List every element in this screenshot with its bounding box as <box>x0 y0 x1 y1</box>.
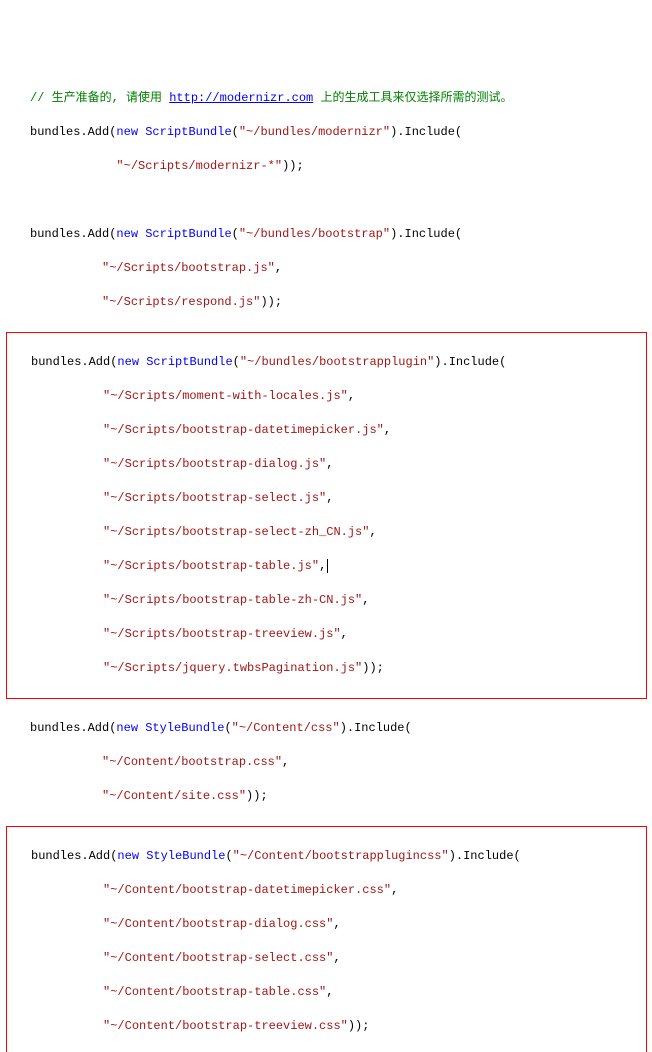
code-line: bundles.Add(new ScriptBundle("~/bundles/… <box>7 354 646 371</box>
comment-link[interactable]: http://modernizr.com <box>169 91 313 105</box>
bundle-name: "~/bundles/modernizr" <box>239 125 390 139</box>
code-line: "~/Scripts/bootstrap-select.js", <box>7 490 646 507</box>
file-path: "~/Content/bootstrap-treeview.css" <box>103 1019 348 1033</box>
code-line: "~/Content/bootstrap-dialog.css", <box>7 916 646 933</box>
code-line: bundles.Add(new StyleBundle("~/Content/c… <box>30 720 647 737</box>
file-path: "~/Scripts/bootstrap-table.js" <box>103 559 319 573</box>
file-path: "~/Scripts/bootstrap-select-zh_CN.js" <box>103 525 369 539</box>
file-path: "~/Scripts/bootstrap-table-zh-CN.js" <box>103 593 362 607</box>
code-block: // 生产准备的, 请使用 http://modernizr.com 上的生成工… <box>30 73 647 1052</box>
code-line: "~/Scripts/respond.js")); <box>30 294 647 311</box>
comment-suffix: 上的生成工具来仅选择所需的测试。 <box>313 91 519 105</box>
kw-new: new <box>116 125 138 139</box>
highlight-box-2: bundles.Add(new StyleBundle("~/Content/b… <box>6 826 647 1052</box>
kw-new: new <box>117 849 139 863</box>
code-line: "~/Scripts/bootstrap-treeview.js", <box>7 626 646 643</box>
file-path: "~/Content/bootstrap.css" <box>102 755 282 769</box>
code-line: "~/Scripts/bootstrap-table-zh-CN.js", <box>7 592 646 609</box>
comment-prefix: // 生产准备的, 请使用 <box>30 91 169 105</box>
code-line: bundles.Add(new ScriptBundle("~/bundles/… <box>30 226 647 243</box>
file-path: "~/Scripts/modernizr-*" <box>116 159 282 173</box>
code-line: "~/Content/bootstrap-select.css", <box>7 950 646 967</box>
kw-scriptbundle: ScriptBundle <box>145 227 231 241</box>
code-line: "~/Content/bootstrap-datetimepicker.css"… <box>7 882 646 899</box>
bundle-name: "~/Content/bootstrapplugincss" <box>233 849 449 863</box>
file-path: "~/Scripts/bootstrap-select.js" <box>103 491 326 505</box>
kw-stylebundle: StyleBundle <box>146 849 225 863</box>
kw-stylebundle: StyleBundle <box>145 721 224 735</box>
comment-line: // 生产准备的, 请使用 http://modernizr.com 上的生成工… <box>30 90 647 107</box>
file-path: "~/Content/bootstrap-dialog.css" <box>103 917 333 931</box>
file-path: "~/Content/bootstrap-table.css" <box>103 985 326 999</box>
file-path: "~/Scripts/bootstrap-datetimepicker.js" <box>103 423 384 437</box>
code-line: "~/Content/site.css")); <box>30 788 647 805</box>
code-line: "~/Content/bootstrap.css", <box>30 754 647 771</box>
kw-scriptbundle: ScriptBundle <box>145 125 231 139</box>
file-path: "~/Scripts/moment-with-locales.js" <box>103 389 348 403</box>
bundle-name: "~/Content/css" <box>232 721 340 735</box>
code-line: bundles.Add(new ScriptBundle("~/bundles/… <box>30 124 647 141</box>
bundle-name: "~/bundles/bootstrapplugin" <box>240 355 434 369</box>
file-path: "~/Content/site.css" <box>102 789 246 803</box>
code-line: "~/Content/bootstrap-table.css", <box>7 984 646 1001</box>
file-path: "~/Content/bootstrap-datetimepicker.css" <box>103 883 391 897</box>
text-cursor <box>327 559 328 573</box>
code-line: "~/Scripts/moment-with-locales.js", <box>7 388 646 405</box>
kw-new: new <box>116 227 138 241</box>
code-line: "~/Scripts/jquery.twbsPagination.js")); <box>7 660 646 677</box>
code-line: "~/Scripts/bootstrap-select-zh_CN.js", <box>7 524 646 541</box>
file-path: "~/Scripts/respond.js" <box>102 295 260 309</box>
highlight-box-1: bundles.Add(new ScriptBundle("~/bundles/… <box>6 332 647 699</box>
kw-new: new <box>117 355 139 369</box>
code-line: "~/Scripts/bootstrap.js", <box>30 260 647 277</box>
code-line: "~/Scripts/bootstrap-dialog.js", <box>7 456 646 473</box>
kw-scriptbundle: ScriptBundle <box>146 355 232 369</box>
file-path: "~/Scripts/bootstrap.js" <box>102 261 275 275</box>
code-line: "~/Scripts/bootstrap-datetimepicker.js", <box>7 422 646 439</box>
code-line: "~/Scripts/bootstrap-table.js", <box>7 558 646 575</box>
kw-new: new <box>116 721 138 735</box>
bundle-name: "~/bundles/bootstrap" <box>239 227 390 241</box>
file-path: "~/Scripts/jquery.twbsPagination.js" <box>103 661 362 675</box>
blank-line <box>30 192 647 209</box>
code-line: "~/Scripts/modernizr-*")); <box>30 158 647 175</box>
code-line: "~/Content/bootstrap-treeview.css")); <box>7 1018 646 1035</box>
code-line: bundles.Add(new StyleBundle("~/Content/b… <box>7 848 646 865</box>
file-path: "~/Scripts/bootstrap-treeview.js" <box>103 627 341 641</box>
file-path: "~/Content/bootstrap-select.css" <box>103 951 333 965</box>
file-path: "~/Scripts/bootstrap-dialog.js" <box>103 457 326 471</box>
